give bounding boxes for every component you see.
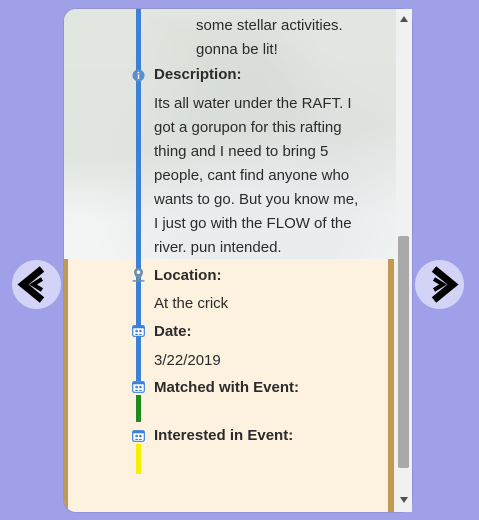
description-line: thing and I need to bring 5 bbox=[154, 143, 329, 160]
timeline-line-green bbox=[136, 395, 141, 422]
calendar-people-icon bbox=[132, 430, 145, 442]
matched-event-label: Matched with Event: bbox=[154, 379, 300, 396]
description-line: Its all water under the RAFT. I bbox=[154, 95, 352, 112]
description-line: river. pun intended. bbox=[154, 239, 282, 256]
timeline-line-yellow bbox=[136, 444, 141, 474]
date-value: 3/22/2019 bbox=[154, 352, 221, 369]
scrollbar-thumb[interactable] bbox=[398, 236, 409, 468]
description-fragment-line1: some stellar activities. bbox=[196, 17, 343, 34]
calendar-people-icon bbox=[132, 381, 145, 393]
map-pin-icon bbox=[132, 268, 145, 282]
date-label: Date: bbox=[154, 323, 192, 340]
previous-event-button[interactable] bbox=[12, 260, 61, 309]
chevron-right-icon bbox=[431, 266, 459, 303]
description-line: got a gorupon for this rafting bbox=[154, 119, 342, 136]
event-detail-scroll-content[interactable]: some stellar activities. gonna be lit! D… bbox=[64, 9, 396, 512]
location-label: Location: bbox=[154, 267, 222, 284]
event-detail-card: some stellar activities. gonna be lit! D… bbox=[64, 9, 412, 512]
scroll-down-arrow-icon[interactable] bbox=[400, 497, 408, 503]
description-line: people, cant find anyone who bbox=[154, 167, 350, 184]
description-fragment-line2: gonna be lit! bbox=[196, 41, 278, 58]
scroll-up-arrow-icon[interactable] bbox=[400, 16, 408, 22]
calendar-people-icon bbox=[132, 325, 145, 337]
description-line: wants to go. But you know me, bbox=[154, 191, 359, 208]
info-icon bbox=[132, 69, 145, 82]
chevron-left-icon bbox=[17, 266, 45, 303]
description-line: I just go with the FLOW of the bbox=[154, 215, 352, 232]
next-event-button[interactable] bbox=[415, 260, 464, 309]
location-value: At the crick bbox=[154, 295, 229, 312]
interested-event-label: Interested in Event: bbox=[154, 427, 294, 444]
description-label: Description: bbox=[154, 66, 242, 83]
vertical-scrollbar[interactable] bbox=[396, 9, 412, 512]
